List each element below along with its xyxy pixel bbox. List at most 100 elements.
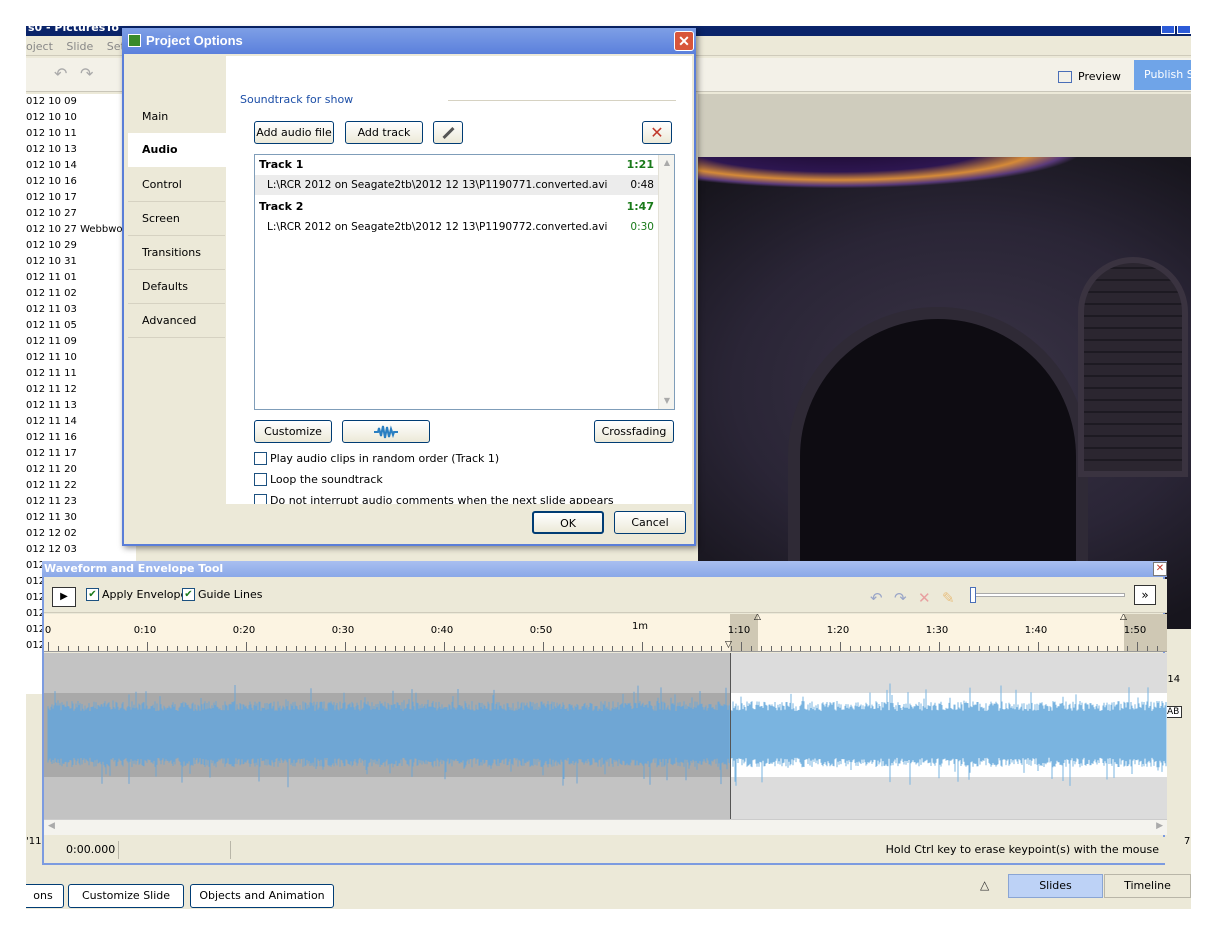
ruler-tick: [919, 646, 921, 651]
folder-item[interactable]: 012 10 17: [26, 190, 136, 206]
folder-item[interactable]: 012 11 03: [26, 302, 136, 318]
folder-item[interactable]: 012 11 16: [26, 430, 136, 446]
folder-item[interactable]: 012 10 09: [26, 94, 136, 110]
cancel-button[interactable]: Cancel: [614, 511, 686, 534]
waveform-title-bar[interactable]: Waveform and Envelope Tool ✕: [42, 561, 1167, 577]
publish-button[interactable]: Publish Sh: [1134, 60, 1191, 90]
scroll-right-icon[interactable]: ▶: [1156, 821, 1163, 831]
zoom-slider-thumb[interactable]: [970, 587, 976, 603]
folder-item[interactable]: 012 11 13: [26, 398, 136, 414]
time-ruler[interactable]: △ △ ▽ 0 0:10 0:20 0:30 0:40 0:50 1m 1:10…: [44, 614, 1167, 652]
track-list[interactable]: Track 1 1:21 L:\RCR 2012 on Seagate2tb\20…: [254, 154, 675, 410]
add-track-button[interactable]: Add track: [345, 121, 423, 144]
folder-item[interactable]: 012 11 22: [26, 478, 136, 494]
folder-item[interactable]: 012 10 13: [26, 142, 136, 158]
ruler-tick: [147, 642, 148, 651]
folder-item[interactable]: 012 10 31: [26, 254, 136, 270]
eraser-icon[interactable]: ✎: [942, 589, 955, 607]
zoom-slider[interactable]: [970, 593, 1125, 597]
redo-icon[interactable]: ↷: [80, 64, 93, 83]
folder-item[interactable]: 012 10 10: [26, 110, 136, 126]
window-controls[interactable]: [1159, 26, 1191, 35]
undo-icon[interactable]: ↶: [54, 64, 67, 83]
nav-advanced[interactable]: Advanced: [128, 304, 225, 338]
track-list-scrollbar[interactable]: ▲ ▼: [658, 155, 674, 409]
folder-item[interactable]: 012 11 02: [26, 286, 136, 302]
nav-screen[interactable]: Screen: [128, 202, 225, 236]
folder-item[interactable]: 012 10 29: [26, 238, 136, 254]
ruler-tick: [305, 646, 307, 651]
track-name: Track 2: [259, 200, 304, 213]
folder-item[interactable]: 012 12 02: [26, 526, 136, 542]
folder-item[interactable]: 012 12 03: [26, 542, 136, 558]
dialog-title-bar[interactable]: Project Options ✕: [122, 28, 696, 54]
tab-slides[interactable]: Slides: [1008, 874, 1103, 898]
folder-item[interactable]: 012 11 05: [26, 318, 136, 334]
more-button[interactable]: »: [1134, 585, 1156, 605]
folder-item[interactable]: 012 10 16: [26, 174, 136, 190]
track-row[interactable]: Track 1 1:21: [255, 155, 658, 175]
apply-envelope-checkbox[interactable]: ✔: [86, 588, 99, 601]
nav-control[interactable]: Control: [128, 168, 225, 202]
ruler-label: 0:50: [529, 625, 553, 636]
waveform-hscrollbar[interactable]: ◀ ▶: [44, 819, 1167, 835]
scroll-up-icon[interactable]: ▲: [660, 156, 674, 170]
folder-item[interactable]: 012 10 14: [26, 158, 136, 174]
audio-panel: Soundtrack for show Add audio file Add t…: [226, 56, 692, 507]
folder-item[interactable]: 012 11 11: [26, 366, 136, 382]
redo-icon[interactable]: ↷: [894, 589, 907, 607]
nav-transitions[interactable]: Transitions: [128, 236, 225, 270]
project-options-button[interactable]: ons: [26, 884, 64, 908]
waveform-button[interactable]: [342, 420, 430, 443]
add-audio-file-button[interactable]: Add audio file: [254, 121, 334, 144]
folder-item[interactable]: 012 11 23: [26, 494, 136, 510]
nav-defaults[interactable]: Defaults: [128, 270, 225, 304]
scroll-down-icon[interactable]: ▼: [660, 394, 674, 408]
undo-icon[interactable]: ↶: [870, 589, 883, 607]
customize-slide-button[interactable]: Customize Slide: [68, 884, 184, 908]
ruler-tick: [849, 646, 851, 651]
folder-item[interactable]: 012 11 30: [26, 510, 136, 526]
folder-item[interactable]: 012 11 01: [26, 270, 136, 286]
edit-tool-button[interactable]: [433, 121, 463, 144]
maximize-icon[interactable]: [1177, 26, 1191, 34]
folder-item[interactable]: 012 11 14: [26, 414, 136, 430]
folder-item[interactable]: 012 11 12: [26, 382, 136, 398]
random-order-checkbox[interactable]: [254, 452, 267, 465]
play-button[interactable]: ▶: [52, 587, 76, 607]
playhead-line[interactable]: [730, 653, 731, 819]
tab-timeline[interactable]: Timeline: [1104, 874, 1191, 898]
menu-slide[interactable]: Slide: [66, 40, 93, 53]
ok-button[interactable]: OK: [532, 511, 604, 534]
customize-button[interactable]: Customize: [254, 420, 332, 443]
waveform-display[interactable]: [44, 653, 1167, 819]
menu-project[interactable]: oject: [26, 40, 53, 53]
folder-item[interactable]: 012 11 10: [26, 350, 136, 366]
ruler-tick: [97, 646, 99, 651]
folder-item[interactable]: 012 10 11: [26, 126, 136, 142]
delete-button[interactable]: ✕: [642, 121, 672, 144]
nav-audio[interactable]: Audio: [128, 133, 228, 167]
folder-item[interactable]: 012 11 09: [26, 334, 136, 350]
guide-lines-checkbox[interactable]: ✔: [182, 588, 195, 601]
collapse-triangle-icon[interactable]: △: [980, 878, 989, 892]
ruler-tick: [1087, 646, 1089, 651]
close-icon[interactable]: ✕: [674, 31, 694, 51]
delete-icon[interactable]: ✕: [918, 589, 931, 607]
folder-item[interactable]: 012 10 27: [26, 206, 136, 222]
folder-item[interactable]: 012 11 20: [26, 462, 136, 478]
loop-checkbox[interactable]: [254, 473, 267, 486]
close-icon[interactable]: ✕: [1153, 562, 1167, 576]
objects-animation-button[interactable]: Objects and Animation: [190, 884, 334, 908]
track-file-row[interactable]: L:\RCR 2012 on Seagate2tb\2012 12 13\P11…: [255, 217, 658, 237]
nav-main[interactable]: Main: [128, 100, 225, 134]
folder-item[interactable]: 012 10 27 Webbwoo: [26, 222, 136, 238]
preview-button[interactable]: Preview: [1058, 68, 1121, 86]
track-file-row[interactable]: L:\RCR 2012 on Seagate2tb\2012 12 13\P11…: [255, 175, 658, 195]
folder-item[interactable]: 012 11 17: [26, 446, 136, 462]
minimize-icon[interactable]: [1161, 26, 1175, 34]
crossfading-button[interactable]: Crossfading: [594, 420, 674, 443]
ruler-tick: [701, 646, 703, 651]
track-row[interactable]: Track 2 1:47: [255, 197, 658, 217]
scroll-left-icon[interactable]: ◀: [48, 821, 55, 831]
